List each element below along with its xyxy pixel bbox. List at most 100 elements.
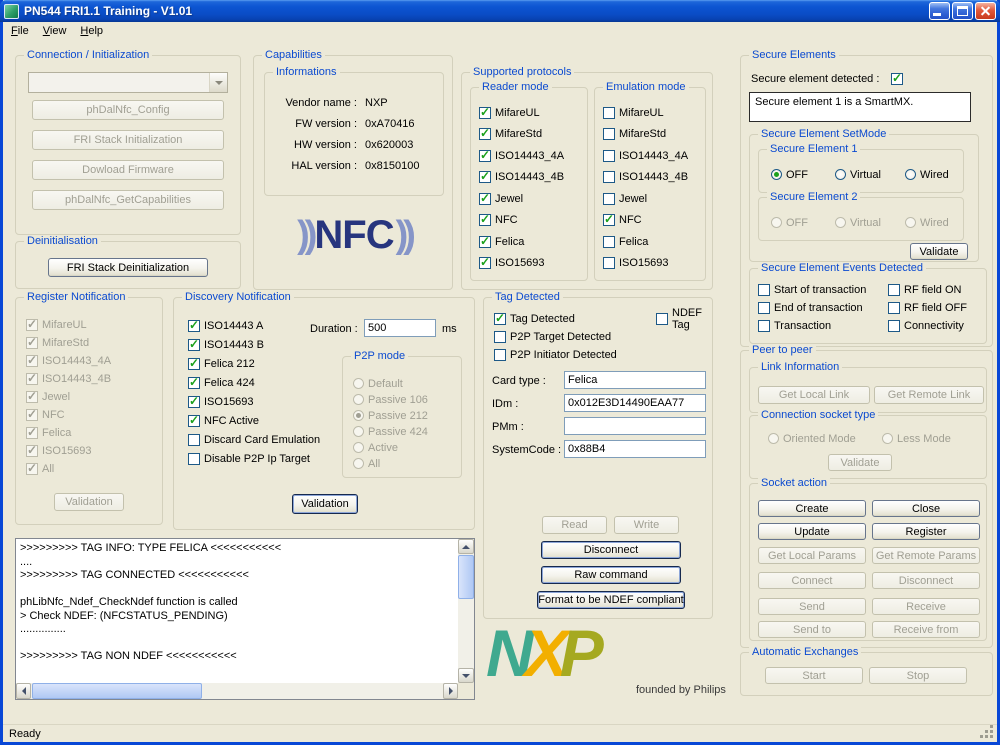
p2p-mode-default-radio[interactable]: Default — [353, 377, 403, 390]
transaction-checkbox[interactable]: Transaction — [758, 319, 831, 333]
register-nfc-checkbox[interactable]: NFC — [26, 408, 65, 422]
reader-iso15693-checkbox[interactable]: ISO15693 — [479, 256, 545, 270]
connect-button[interactable]: Connect — [758, 572, 866, 589]
combo-dropdown-icon[interactable] — [209, 73, 227, 92]
reader-jewel-checkbox[interactable]: Jewel — [479, 192, 523, 206]
tag-detected-checkbox[interactable]: Tag Detected — [494, 312, 575, 326]
se1-virtual-radio[interactable]: Virtual — [835, 168, 881, 181]
fri-stack-initialization-button[interactable]: FRI Stack Initialization — [32, 130, 224, 150]
emulation-nfc-checkbox[interactable]: NFC — [603, 213, 642, 227]
menu-view[interactable]: View — [36, 23, 74, 39]
emulation-iso14443-4b-checkbox[interactable]: ISO14443_4B — [603, 170, 688, 184]
p2p-initiator-detected-checkbox[interactable]: P2P Initiator Detected — [494, 348, 617, 362]
reader-iso14443-4a-checkbox[interactable]: ISO14443_4A — [479, 149, 564, 163]
vscroll-thumb[interactable] — [458, 555, 474, 599]
oriented-mode-radio[interactable]: Oriented Mode — [768, 432, 856, 445]
receive-button[interactable]: Receive — [872, 598, 980, 615]
rf-field-off-checkbox[interactable]: RF field OFF — [888, 301, 967, 315]
menu-file[interactable]: File — [4, 23, 36, 39]
emulation-iso15693-checkbox[interactable]: ISO15693 — [603, 256, 669, 270]
device-combo[interactable] — [28, 72, 228, 93]
discovery-felica212-checkbox[interactable]: Felica 212 — [188, 357, 255, 371]
discovery-validation-button[interactable]: Validation — [292, 494, 358, 514]
emulation-mifareul-checkbox[interactable]: MifareUL — [603, 106, 664, 120]
se2-wired-radio[interactable]: Wired — [905, 216, 949, 229]
ndef-tag-checkbox[interactable]: NDEF Tag — [656, 312, 712, 326]
raw-command-button[interactable]: Raw command — [541, 566, 681, 584]
close-socket-button[interactable]: Close — [872, 500, 980, 517]
p2p-mode-all-radio[interactable]: All — [353, 457, 380, 470]
se1-wired-radio[interactable]: Wired — [905, 168, 949, 181]
p2p-mode-passive106-radio[interactable]: Passive 106 — [353, 393, 428, 406]
send-button[interactable]: Send — [758, 598, 866, 615]
se1-off-radio[interactable]: OFF — [771, 168, 808, 181]
format-ndef-button[interactable]: Format to be NDEF compliant — [537, 591, 685, 609]
rf-field-on-checkbox[interactable]: RF field ON — [888, 283, 961, 297]
less-mode-radio[interactable]: Less Mode — [882, 432, 951, 445]
phdalnfc-getcapabilities-button[interactable]: phDalNfc_GetCapabilities — [32, 190, 224, 210]
resize-grip[interactable] — [990, 735, 993, 738]
reader-nfc-checkbox[interactable]: NFC — [479, 213, 518, 227]
register-mifareul-checkbox[interactable]: MifareUL — [26, 318, 87, 332]
log-output[interactable]: >>>>>>>>> TAG INFO: TYPE FELICA <<<<<<<<… — [20, 542, 454, 680]
create-button[interactable]: Create — [758, 500, 866, 517]
reader-iso14443-4b-checkbox[interactable]: ISO14443_4B — [479, 170, 564, 184]
disconnect-button[interactable]: Disconnect — [541, 541, 681, 559]
register-iso14443-4b-checkbox[interactable]: ISO14443_4B — [26, 372, 111, 386]
read-button[interactable]: Read — [542, 516, 607, 534]
socket-validate-button[interactable]: Validate — [828, 454, 892, 471]
register-button[interactable]: Register — [872, 523, 980, 540]
hscroll-thumb[interactable] — [32, 683, 202, 699]
disable-p2p-ip-target-checkbox[interactable]: Disable P2P Ip Target — [188, 452, 310, 466]
scroll-up-button[interactable] — [458, 539, 474, 554]
emulation-felica-checkbox[interactable]: Felica — [603, 235, 648, 249]
get-remote-params-button[interactable]: Get Remote Params — [872, 547, 980, 564]
register-iso14443-4a-checkbox[interactable]: ISO14443_4A — [26, 354, 111, 368]
systemcode-field[interactable] — [564, 440, 706, 458]
emulation-jewel-checkbox[interactable]: Jewel — [603, 192, 647, 206]
secure-element-detected-checkbox[interactable] — [891, 72, 907, 86]
send-to-button[interactable]: Send to — [758, 621, 866, 638]
menu-help[interactable]: Help — [73, 23, 110, 39]
scroll-left-button[interactable] — [16, 683, 31, 699]
se2-virtual-radio[interactable]: Virtual — [835, 216, 881, 229]
register-iso15693-checkbox[interactable]: ISO15693 — [26, 444, 92, 458]
get-local-link-button[interactable]: Get Local Link — [758, 386, 870, 404]
discovery-felica424-checkbox[interactable]: Felica 424 — [188, 376, 255, 390]
get-remote-link-button[interactable]: Get Remote Link — [874, 386, 984, 404]
titlebar[interactable]: PN544 FRI1.1 Training - V1.01 — [0, 0, 1000, 22]
receive-from-button[interactable]: Receive from — [872, 621, 980, 638]
card-type-field[interactable] — [564, 371, 706, 389]
close-button[interactable] — [975, 2, 996, 20]
reader-mifarestd-checkbox[interactable]: MifareStd — [479, 127, 542, 141]
log-hscrollbar[interactable] — [16, 683, 458, 699]
disconnect-socket-button[interactable]: Disconnect — [872, 572, 980, 589]
write-button[interactable]: Write — [614, 516, 679, 534]
scroll-right-button[interactable] — [443, 683, 458, 699]
discovery-iso14443b-checkbox[interactable]: ISO14443 B — [188, 338, 264, 352]
pmm-field[interactable] — [564, 417, 706, 435]
reader-mifareul-checkbox[interactable]: MifareUL — [479, 106, 540, 120]
log-vscrollbar[interactable] — [458, 539, 474, 683]
fri-stack-deinitialization-button[interactable]: FRI Stack Deinitialization — [48, 258, 208, 277]
start-of-transaction-checkbox[interactable]: Start of transaction — [758, 283, 866, 297]
scroll-down-button[interactable] — [458, 668, 474, 683]
emulation-mifarestd-checkbox[interactable]: MifareStd — [603, 127, 666, 141]
update-button[interactable]: Update — [758, 523, 866, 540]
connectivity-checkbox[interactable]: Connectivity — [888, 319, 964, 333]
register-mifarestd-checkbox[interactable]: MifareStd — [26, 336, 89, 350]
setmode-validate-button[interactable]: Validate — [910, 243, 968, 260]
p2p-target-detected-checkbox[interactable]: P2P Target Detected — [494, 330, 611, 344]
discovery-iso14443a-checkbox[interactable]: ISO14443 A — [188, 319, 263, 333]
p2p-mode-active-radio[interactable]: Active — [353, 441, 398, 454]
idm-field[interactable] — [564, 394, 706, 412]
end-of-transaction-checkbox[interactable]: End of transaction — [758, 301, 863, 315]
minimize-button[interactable] — [929, 2, 950, 20]
reader-felica-checkbox[interactable]: Felica — [479, 235, 524, 249]
discard-card-emulation-checkbox[interactable]: Discard Card Emulation — [188, 433, 320, 447]
p2p-mode-passive212-radio[interactable]: Passive 212 — [353, 409, 428, 422]
phdalnfc-config-button[interactable]: phDalNfc_Config — [32, 100, 224, 120]
register-all-checkbox[interactable]: All — [26, 462, 54, 476]
p2p-mode-passive424-radio[interactable]: Passive 424 — [353, 425, 428, 438]
register-validation-button[interactable]: Validation — [54, 493, 124, 511]
